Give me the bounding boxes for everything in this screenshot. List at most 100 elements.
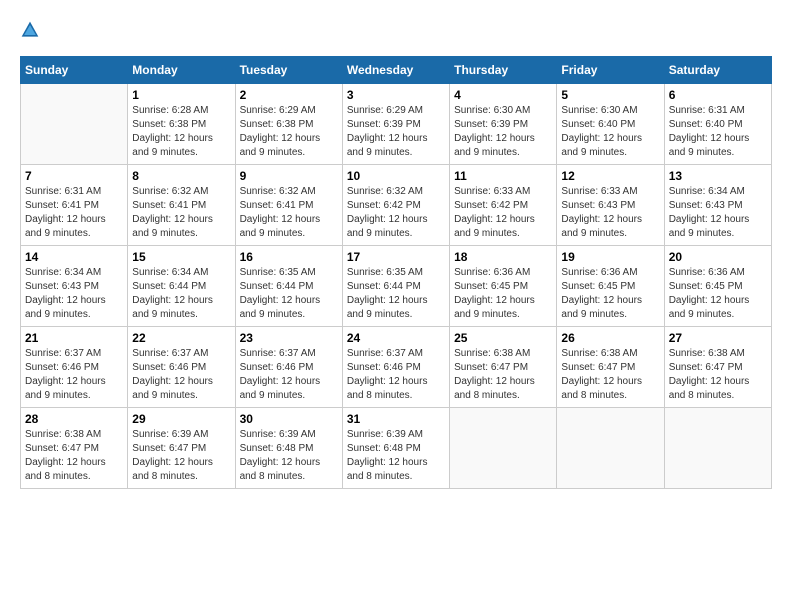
day-info: Sunrise: 6:37 AMSunset: 6:46 PMDaylight:… — [132, 347, 230, 403]
day-info: Sunrise: 6:33 AMSunset: 6:42 PMDaylight:… — [454, 185, 552, 241]
calendar-cell: 12Sunrise: 6:33 AMSunset: 6:43 PMDayligh… — [557, 165, 664, 246]
day-number: 10 — [347, 169, 445, 183]
day-header: Monday — [128, 57, 235, 84]
day-number: 15 — [132, 250, 230, 264]
calendar-cell — [664, 408, 771, 489]
calendar-cell: 13 Sunrise: 6:34 AMSunset: 6:43 PMDayligh… — [664, 165, 771, 246]
calendar-week-row: 28 Sunrise: 6:38 AMSunset: 6:47 PMDayligh… — [21, 408, 772, 489]
day-info: Sunrise: 6:30 AMSunset: 6:40 PMDaylight:… — [561, 104, 659, 160]
calendar-cell: 11 Sunrise: 6:33 AMSunset: 6:42 PMDayligh… — [450, 165, 557, 246]
calendar-cell: 6 Sunrise: 6:31 AMSunset: 6:40 PMDaylight… — [664, 84, 771, 165]
day-info: Sunrise: 6:34 AMSunset: 6:44 PMDaylight:… — [132, 266, 230, 322]
day-number: 1 — [132, 88, 230, 102]
calendar-cell: 19Sunrise: 6:36 AMSunset: 6:45 PMDayligh… — [557, 246, 664, 327]
day-number: 16 — [240, 250, 338, 264]
calendar-cell: 10Sunrise: 6:32 AMSunset: 6:42 PMDayligh… — [342, 165, 449, 246]
day-number: 27 — [669, 331, 767, 345]
calendar-cell: 29 Sunrise: 6:39 AMSunset: 6:47 PMDayligh… — [128, 408, 235, 489]
day-info: Sunrise: 6:36 AMSunset: 6:45 PMDaylight:… — [561, 266, 659, 322]
calendar-cell: 20 Sunrise: 6:36 AMSunset: 6:45 PMDayligh… — [664, 246, 771, 327]
day-info: Sunrise: 6:37 AMSunset: 6:46 PMDaylight:… — [347, 347, 445, 403]
calendar-cell: 14Sunrise: 6:34 AMSunset: 6:43 PMDayligh… — [21, 246, 128, 327]
calendar-week-row: 21Sunrise: 6:37 AMSunset: 6:46 PMDayligh… — [21, 327, 772, 408]
calendar-week-row: 7Sunrise: 6:31 AMSunset: 6:41 PMDaylight… — [21, 165, 772, 246]
calendar-week-row: 14Sunrise: 6:34 AMSunset: 6:43 PMDayligh… — [21, 246, 772, 327]
day-number: 5 — [561, 88, 659, 102]
day-info: Sunrise: 6:33 AMSunset: 6:43 PMDaylight:… — [561, 185, 659, 241]
calendar-header-row: SundayMondayTuesdayWednesdayThursdayFrid… — [21, 57, 772, 84]
day-info: Sunrise: 6:38 AMSunset: 6:47 PMDaylight:… — [25, 428, 123, 484]
day-number: 29 — [132, 412, 230, 426]
day-info: Sunrise: 6:32 AMSunset: 6:41 PMDaylight:… — [132, 185, 230, 241]
day-number: 18 — [454, 250, 552, 264]
day-number: 26 — [561, 331, 659, 345]
day-number: 14 — [25, 250, 123, 264]
day-number: 28 — [25, 412, 123, 426]
calendar-cell: 28 Sunrise: 6:38 AMSunset: 6:47 PMDayligh… — [21, 408, 128, 489]
day-number: 2 — [240, 88, 338, 102]
day-number: 4 — [454, 88, 552, 102]
calendar-cell: 2 Sunrise: 6:29 AMSunset: 6:38 PMDaylight… — [235, 84, 342, 165]
calendar-cell: 5 Sunrise: 6:30 AMSunset: 6:40 PMDaylight… — [557, 84, 664, 165]
day-number: 9 — [240, 169, 338, 183]
day-number: 7 — [25, 169, 123, 183]
calendar-table: SundayMondayTuesdayWednesdayThursdayFrid… — [20, 56, 772, 489]
calendar-cell: 24 Sunrise: 6:37 AMSunset: 6:46 PMDayligh… — [342, 327, 449, 408]
calendar-cell: 21Sunrise: 6:37 AMSunset: 6:46 PMDayligh… — [21, 327, 128, 408]
day-header: Wednesday — [342, 57, 449, 84]
day-info: Sunrise: 6:39 AMSunset: 6:48 PMDaylight:… — [240, 428, 338, 484]
calendar-cell: 23 Sunrise: 6:37 AMSunset: 6:46 PMDayligh… — [235, 327, 342, 408]
day-number: 20 — [669, 250, 767, 264]
day-number: 6 — [669, 88, 767, 102]
calendar-cell: 17Sunrise: 6:35 AMSunset: 6:44 PMDayligh… — [342, 246, 449, 327]
day-info: Sunrise: 6:38 AMSunset: 6:47 PMDaylight:… — [669, 347, 767, 403]
day-info: Sunrise: 6:30 AMSunset: 6:39 PMDaylight:… — [454, 104, 552, 160]
calendar-cell: 22 Sunrise: 6:37 AMSunset: 6:46 PMDayligh… — [128, 327, 235, 408]
day-number: 3 — [347, 88, 445, 102]
calendar-cell: 26 Sunrise: 6:38 AMSunset: 6:47 PMDayligh… — [557, 327, 664, 408]
day-number: 11 — [454, 169, 552, 183]
day-header: Thursday — [450, 57, 557, 84]
calendar-cell — [557, 408, 664, 489]
calendar-cell: 1 Sunrise: 6:28 AMSunset: 6:38 PMDaylight… — [128, 84, 235, 165]
calendar-cell: 9 Sunrise: 6:32 AMSunset: 6:41 PMDaylight… — [235, 165, 342, 246]
day-number: 22 — [132, 331, 230, 345]
day-header: Saturday — [664, 57, 771, 84]
day-number: 23 — [240, 331, 338, 345]
calendar-cell: 8Sunrise: 6:32 AMSunset: 6:41 PMDaylight… — [128, 165, 235, 246]
day-info: Sunrise: 6:38 AMSunset: 6:47 PMDaylight:… — [454, 347, 552, 403]
day-info: Sunrise: 6:29 AMSunset: 6:39 PMDaylight:… — [347, 104, 445, 160]
day-number: 31 — [347, 412, 445, 426]
day-info: Sunrise: 6:35 AMSunset: 6:44 PMDaylight:… — [347, 266, 445, 322]
calendar-cell: 15 Sunrise: 6:34 AMSunset: 6:44 PMDayligh… — [128, 246, 235, 327]
day-info: Sunrise: 6:39 AMSunset: 6:47 PMDaylight:… — [132, 428, 230, 484]
calendar-week-row: 1 Sunrise: 6:28 AMSunset: 6:38 PMDaylight… — [21, 84, 772, 165]
day-number: 25 — [454, 331, 552, 345]
calendar-cell — [450, 408, 557, 489]
day-info: Sunrise: 6:37 AMSunset: 6:46 PMDaylight:… — [240, 347, 338, 403]
calendar-cell: 27 Sunrise: 6:38 AMSunset: 6:47 PMDayligh… — [664, 327, 771, 408]
day-info: Sunrise: 6:32 AMSunset: 6:41 PMDaylight:… — [240, 185, 338, 241]
calendar-cell: 25 Sunrise: 6:38 AMSunset: 6:47 PMDayligh… — [450, 327, 557, 408]
day-info: Sunrise: 6:36 AMSunset: 6:45 PMDaylight:… — [454, 266, 552, 322]
day-info: Sunrise: 6:37 AMSunset: 6:46 PMDaylight:… — [25, 347, 123, 403]
calendar-cell: 3 Sunrise: 6:29 AMSunset: 6:39 PMDaylight… — [342, 84, 449, 165]
day-number: 13 — [669, 169, 767, 183]
day-number: 24 — [347, 331, 445, 345]
calendar-cell: 4 Sunrise: 6:30 AMSunset: 6:39 PMDaylight… — [450, 84, 557, 165]
day-info: Sunrise: 6:34 AMSunset: 6:43 PMDaylight:… — [669, 185, 767, 241]
day-info: Sunrise: 6:28 AMSunset: 6:38 PMDaylight:… — [132, 104, 230, 160]
day-info: Sunrise: 6:38 AMSunset: 6:47 PMDaylight:… — [561, 347, 659, 403]
logo-icon — [20, 20, 40, 40]
day-info: Sunrise: 6:35 AMSunset: 6:44 PMDaylight:… — [240, 266, 338, 322]
day-header: Sunday — [21, 57, 128, 84]
logo — [20, 20, 44, 40]
day-info: Sunrise: 6:39 AMSunset: 6:48 PMDaylight:… — [347, 428, 445, 484]
calendar-cell: 16 Sunrise: 6:35 AMSunset: 6:44 PMDayligh… — [235, 246, 342, 327]
day-info: Sunrise: 6:36 AMSunset: 6:45 PMDaylight:… — [669, 266, 767, 322]
day-info: Sunrise: 6:29 AMSunset: 6:38 PMDaylight:… — [240, 104, 338, 160]
calendar-cell: 30Sunrise: 6:39 AMSunset: 6:48 PMDayligh… — [235, 408, 342, 489]
day-info: Sunrise: 6:31 AMSunset: 6:40 PMDaylight:… — [669, 104, 767, 160]
day-header: Tuesday — [235, 57, 342, 84]
calendar-cell — [21, 84, 128, 165]
